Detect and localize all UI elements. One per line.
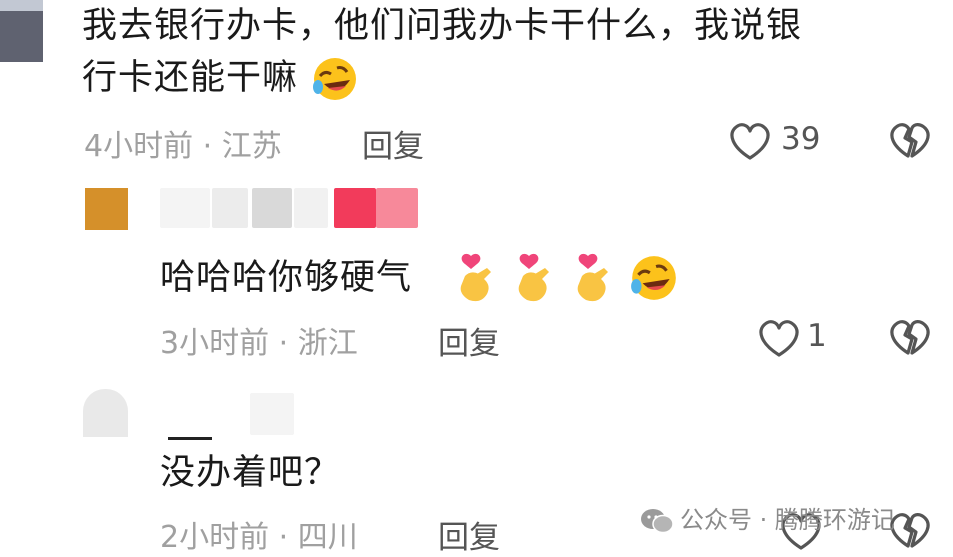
avatar[interactable]	[83, 389, 128, 437]
meta-separator: ·	[269, 520, 298, 555]
blurred-username	[252, 188, 292, 228]
divider	[168, 437, 212, 440]
like-count: 1	[807, 318, 827, 354]
avatar[interactable]	[0, 0, 43, 62]
comment-time: 3小时前	[160, 326, 270, 361]
comment-text: 没办着吧？	[160, 447, 560, 499]
comment-text-line: 我去银行办卡，他们问我办卡干什么，我说银	[82, 6, 803, 46]
finger-heart-emoji-icon	[460, 253, 491, 302]
broken-heart-icon[interactable]	[887, 317, 933, 359]
blurred-username	[376, 188, 418, 228]
broken-heart-icon[interactable]	[887, 120, 933, 162]
blurred-username	[160, 188, 210, 228]
blurred-username	[212, 188, 248, 228]
reply-button[interactable]: 回复	[362, 121, 424, 166]
comment-text-line: 行卡还能干嘛	[82, 58, 299, 98]
heart-outline-icon[interactable]	[727, 120, 773, 162]
heart-outline-icon[interactable]	[756, 317, 802, 359]
comment-text: 我去银行办卡，他们问我办卡干什么，我说银 行卡还能干嘛	[82, 0, 912, 104]
finger-heart-emoji-icon	[518, 253, 549, 302]
comment-location: 浙江	[297, 326, 358, 361]
watermark-text: 公众号 · 腾腾环游记	[680, 506, 895, 534]
reply-button[interactable]: 回复	[438, 512, 500, 557]
reply-button[interactable]: 回复	[438, 318, 500, 363]
comment-location: 四川	[297, 520, 358, 555]
comment-location: 江苏	[221, 129, 282, 164]
like-count: 39	[781, 121, 821, 157]
blurred-username	[334, 188, 376, 228]
comment-meta: 3小时前 · 浙江	[160, 318, 358, 362]
comment-meta: 4小时前 · 江苏	[84, 121, 282, 165]
avatar[interactable]	[85, 188, 128, 230]
finger-heart-emoji-icon	[577, 253, 608, 302]
wechat-icon	[641, 509, 674, 534]
watermark: 公众号 · 腾腾环游记	[640, 500, 895, 535]
blurred-username	[294, 188, 328, 228]
comment-text-line: 没办着吧？	[160, 453, 341, 493]
comment-time: 2小时前	[160, 520, 270, 555]
meta-separator: ·	[193, 129, 222, 164]
rolling-laughing-emoji-icon	[313, 58, 357, 100]
meta-separator: ·	[269, 326, 298, 361]
comment-meta: 2小时前 · 四川	[160, 512, 358, 556]
rolling-laughing-emoji-icon	[631, 256, 676, 300]
comment-text: 哈哈哈你够硬气	[160, 252, 630, 304]
comment-text-line: 哈哈哈你够硬气	[160, 258, 413, 298]
blurred-username	[250, 393, 294, 435]
comment-time: 4小时前	[84, 129, 194, 164]
